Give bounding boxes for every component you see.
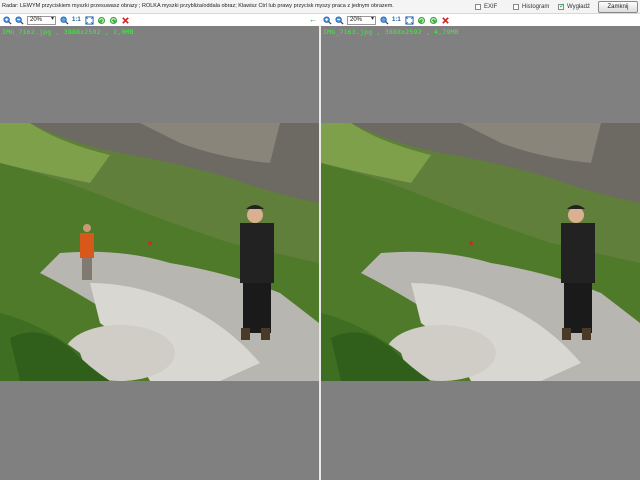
image-viewer-left[interactable]: IMG_7162.jpg , 3888x2592 , 1,0MB xyxy=(0,26,319,480)
smooth-option[interactable]: Wygładź xyxy=(558,2,590,11)
rotate-right-icon[interactable] xyxy=(109,16,118,25)
exif-option[interactable]: EXIF xyxy=(475,3,497,11)
smooth-label: Wygładź xyxy=(567,4,590,10)
zoom-select[interactable]: 20% xyxy=(27,15,56,25)
histogram-checkbox[interactable] xyxy=(513,4,519,10)
histogram-label: Histogram xyxy=(522,4,550,10)
rotate-left-icon[interactable] xyxy=(97,16,106,25)
zoom-in-icon[interactable] xyxy=(3,15,12,25)
toolbar-right: 20% 1:1 xyxy=(323,14,453,26)
fit-window-icon[interactable] xyxy=(85,15,94,25)
image-info: IMG_7163.jpg , 3888x2592 , 4,79MB xyxy=(323,28,459,36)
smooth-checkbox[interactable] xyxy=(558,2,565,10)
fit-zoom-icon[interactable] xyxy=(380,15,389,25)
zoom-out-icon[interactable] xyxy=(15,15,24,25)
exif-checkbox[interactable] xyxy=(475,4,481,10)
toolbar-left: 20% 1:1 xyxy=(3,14,133,26)
actual-size-button[interactable]: 1:1 xyxy=(392,17,401,23)
close-button[interactable]: Zamknij xyxy=(598,1,638,13)
exif-label: EXIF xyxy=(484,4,498,10)
fit-zoom-icon[interactable] xyxy=(60,15,69,25)
top-bar: Radar: LEWYM przyciskiem myszki przesuwa… xyxy=(0,0,640,14)
fit-window-icon[interactable] xyxy=(405,15,414,25)
zoom-select[interactable]: 20% xyxy=(347,15,376,25)
photo-right[interactable] xyxy=(321,123,640,381)
sync-arrow-icon[interactable]: ← xyxy=(309,16,317,24)
histogram-option[interactable]: Histogram xyxy=(513,3,549,11)
zoom-out-icon[interactable] xyxy=(335,15,344,25)
rotate-left-icon[interactable] xyxy=(417,16,426,25)
delete-icon[interactable] xyxy=(121,16,130,25)
mountain-photo xyxy=(321,123,640,381)
photo-left[interactable] xyxy=(0,123,319,381)
mountain-photo xyxy=(0,123,319,381)
help-hint: Radar: LEWYM przyciskiem myszki przesuwa… xyxy=(2,3,394,9)
image-viewer-right[interactable]: IMG_7163.jpg , 3888x2592 , 4,79MB xyxy=(321,26,640,480)
actual-size-button[interactable]: 1:1 xyxy=(72,17,81,23)
image-info: IMG_7162.jpg , 3888x2592 , 1,0MB xyxy=(2,28,134,36)
delete-icon[interactable] xyxy=(441,16,450,25)
rotate-right-icon[interactable] xyxy=(429,16,438,25)
zoom-in-icon[interactable] xyxy=(323,15,332,25)
